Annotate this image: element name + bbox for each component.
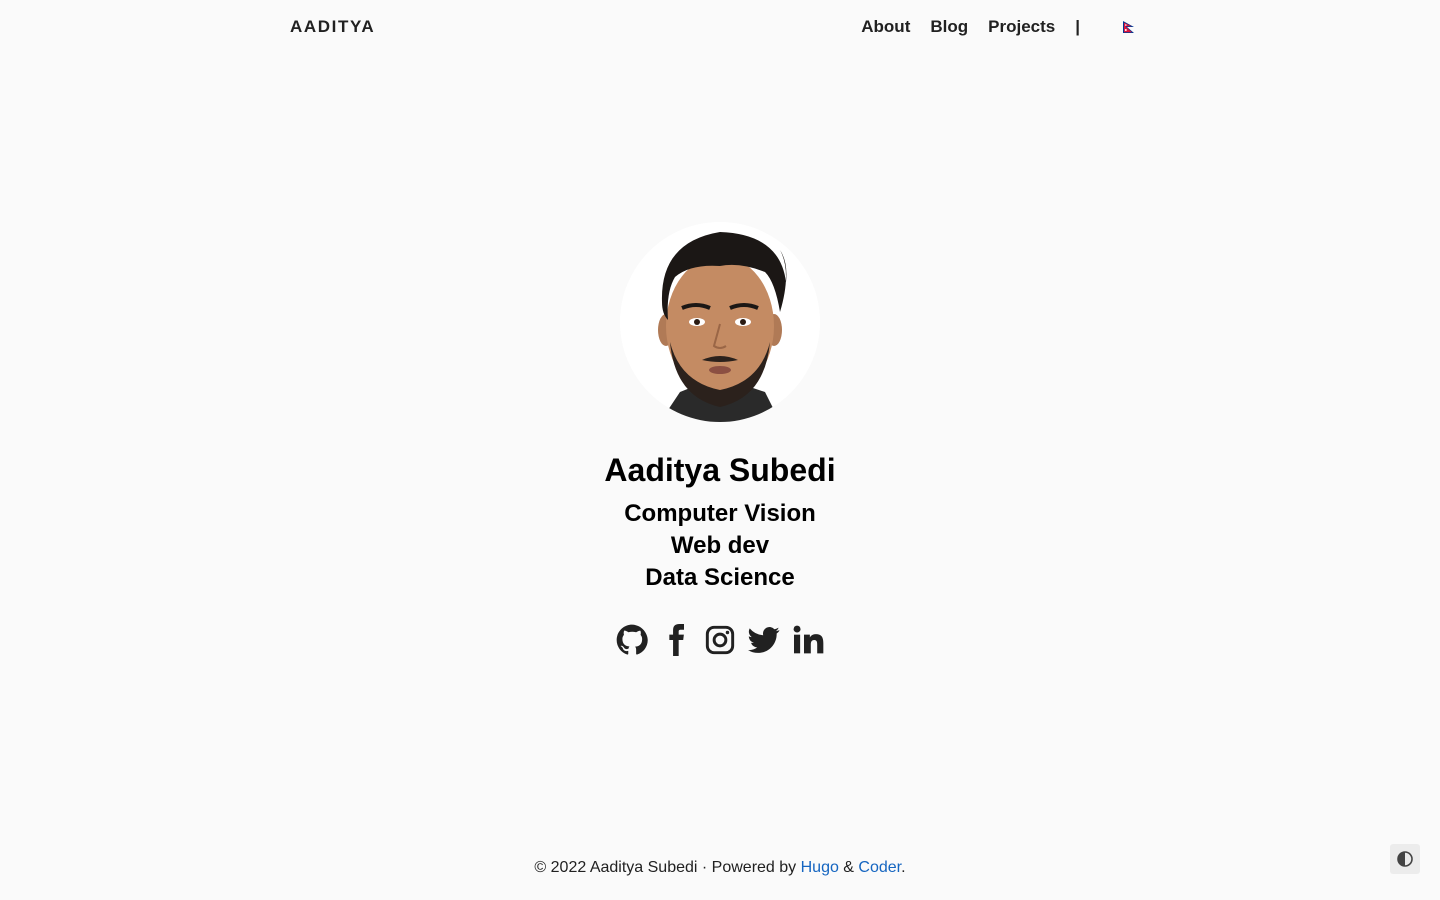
nav-separator: |	[1075, 17, 1080, 36]
github-icon[interactable]	[616, 624, 648, 656]
profile-roles: Computer Vision Web dev Data Science	[0, 498, 1440, 594]
role-web-dev: Web dev	[670, 532, 770, 559]
role-data-science: Data Science	[645, 564, 795, 591]
footer-copyright: © 2022 Aaditya Subedi · Powered by	[534, 859, 801, 876]
footer-link-hugo[interactable]: Hugo	[801, 859, 839, 876]
linkedin-icon[interactable]	[792, 624, 824, 656]
footer-period: .	[901, 859, 906, 876]
twitter-icon[interactable]	[748, 624, 780, 656]
nepal-flag-icon[interactable]	[1122, 20, 1136, 34]
navbar: AADITYA About Blog Projects |	[290, 0, 1136, 54]
nav-link-about[interactable]: About	[861, 17, 910, 36]
site-brand-link[interactable]: AADITYA	[290, 17, 375, 37]
footer-ampersand: &	[838, 859, 859, 876]
facebook-icon[interactable]	[660, 624, 692, 656]
nav-link-blog[interactable]: Blog	[930, 17, 968, 36]
site-footer: © 2022 Aaditya Subedi · Powered by Hugo …	[0, 859, 1440, 877]
role-computer-vision: Computer Vision	[624, 500, 816, 527]
social-links	[0, 620, 1440, 660]
nav-menu: About Blog Projects |	[861, 17, 1136, 37]
profile-photo	[620, 222, 820, 422]
profile-name: Aaditya Subedi	[604, 452, 836, 488]
instagram-icon[interactable]	[704, 624, 736, 656]
theme-toggle-button[interactable]	[1390, 844, 1420, 874]
nav-link-projects[interactable]: Projects	[988, 17, 1055, 36]
contrast-icon	[1397, 851, 1413, 867]
profile-avatar	[620, 222, 820, 422]
footer-link-coder[interactable]: Coder	[858, 859, 901, 876]
